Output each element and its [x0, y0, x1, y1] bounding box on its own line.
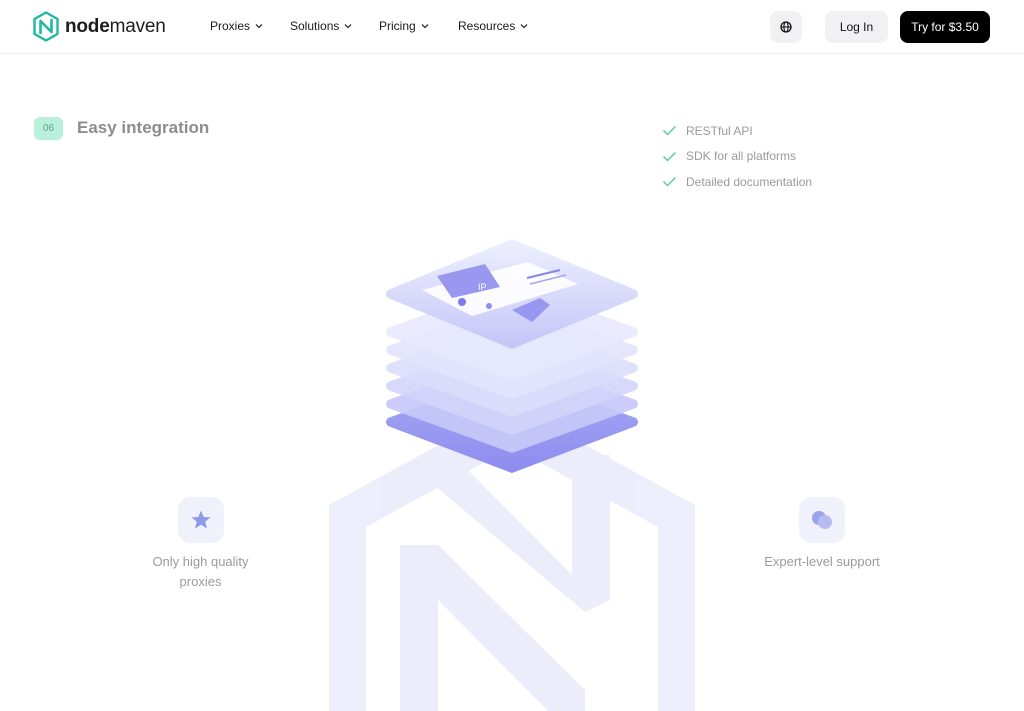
nav-solutions-label: Solutions [290, 19, 340, 33]
stacked-layers-illustration: IP [329, 239, 695, 711]
nav-solutions[interactable]: Solutions [290, 19, 379, 33]
main-nav: Proxies Solutions Pricing Resources [210, 19, 528, 33]
feature-item: RESTful API [662, 118, 812, 144]
section-number-badge: 06 [34, 117, 63, 140]
section-title: Easy integration [77, 118, 210, 137]
feature-item: SDK for all platforms [662, 144, 812, 170]
integration-illustration: IP [0, 200, 1024, 711]
feature-list: RESTful API SDK for all platforms Detail… [662, 118, 812, 195]
quality-label: Only high quality proxies [152, 554, 249, 589]
login-button[interactable]: Log In [825, 11, 888, 43]
logo[interactable]: nodemaven [33, 11, 166, 42]
feature-item: Detailed documentation [662, 169, 812, 195]
feature-label: Detailed documentation [686, 174, 813, 189]
ip-label: IP [478, 282, 487, 292]
feature-label: SDK for all platforms [686, 149, 797, 164]
nav-pricing-label: Pricing [379, 19, 416, 33]
chevron-down-icon [421, 24, 429, 29]
support-icon-tile [799, 497, 845, 543]
chevron-down-icon [344, 24, 352, 29]
logo-text: nodemaven [65, 15, 166, 37]
support-label: Expert-level support [764, 554, 880, 569]
check-icon [662, 126, 677, 136]
layer-stack: IP [386, 239, 638, 473]
nav-resources-label: Resources [458, 19, 516, 33]
chat-bubbles-icon [812, 511, 832, 529]
nav-resources[interactable]: Resources [458, 19, 528, 33]
language-button[interactable] [770, 11, 802, 43]
feature-label: RESTful API [686, 123, 753, 138]
check-icon [662, 177, 677, 187]
chevron-down-icon [255, 24, 263, 29]
nav-proxies-label: Proxies [210, 19, 251, 33]
star-icon [191, 510, 210, 529]
globe-icon [780, 21, 792, 33]
chevron-down-icon [520, 24, 528, 29]
nav-pricing[interactable]: Pricing [379, 19, 458, 33]
quality-proxies-card: Only high quality proxies [148, 497, 253, 592]
quality-icon-tile [177, 497, 224, 543]
expert-support-card: Expert-level support [760, 497, 884, 572]
nodemaven-logo-icon [33, 11, 59, 42]
nav-proxies[interactable]: Proxies [210, 19, 290, 33]
try-cta-button[interactable]: Try for $3.50 [900, 11, 990, 43]
check-icon [662, 151, 677, 162]
top-navbar: nodemaven Proxies Solutions Pricing Reso… [0, 0, 1024, 54]
